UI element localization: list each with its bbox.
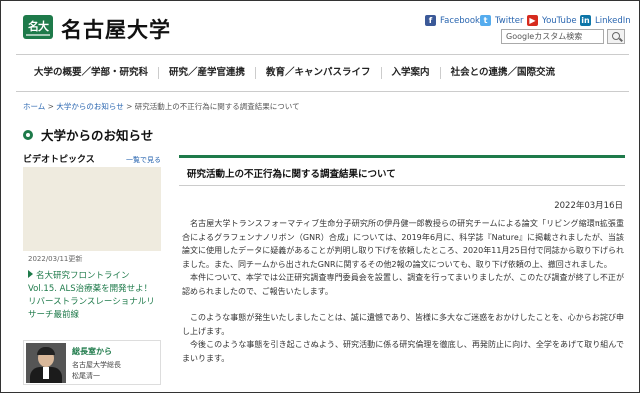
twitter-icon: t: [480, 15, 491, 26]
president-office-label: 総長室から: [72, 347, 112, 356]
breadcrumb-separator: >: [47, 102, 54, 111]
arrow-right-icon: [28, 270, 33, 278]
youtube-label: YouTube: [542, 15, 577, 26]
article-top-rule: [179, 155, 625, 158]
nav-item-international[interactable]: 社会との連携／国際交流: [439, 67, 565, 79]
president-name: 松尾清一: [72, 372, 100, 380]
article-paragraph: このような事態が発生いたしましたことは、誠に遺憾であり、皆様に多大なご迷惑をおか…: [182, 313, 624, 336]
youtube-icon: ▶: [527, 15, 538, 26]
nav-divider-bottom: [16, 91, 629, 92]
university-name[interactable]: 名古屋大学: [61, 14, 171, 44]
twitter-label: Twitter: [495, 15, 524, 26]
twitter-link[interactable]: t Twitter: [480, 15, 524, 26]
article-paragraph: 本件について、本学では公正研究調査専門委員会を設置し、調査を行ってまいりましたが…: [182, 273, 624, 296]
page-title-row: 大学からのお知らせ: [23, 125, 153, 144]
nav-item-admissions[interactable]: 入学案内: [380, 67, 440, 79]
article-paragraph: 今後このような事態を引き起こさぬよう、研究活動に係る研究倫理を徹底し、再発防止に…: [182, 340, 624, 363]
linkedin-label: LinkedIn: [595, 15, 631, 26]
page-frame: 名大 名古屋大学 f Facebook t Twitter ▶ YouTube …: [0, 0, 640, 393]
university-logo-icon[interactable]: 名大: [23, 15, 53, 39]
search-input[interactable]: Googleカスタム検索: [501, 29, 604, 44]
article-title-divider: [179, 185, 625, 186]
president-photo: [26, 343, 66, 383]
article-body: 名古屋大学トランスフォーマティブ生命分子研究所の伊丹健一郎教授らの研究チームによ…: [182, 217, 624, 365]
video-topic-link[interactable]: 名大研究フロントライン Vol.15. ALS治療薬を開発せよ！ リバーストラン…: [28, 270, 158, 322]
president-office-card[interactable]: 総長室から 名古屋大学総長 松尾清一: [23, 340, 161, 385]
nav-item-research[interactable]: 研究／産学官連携: [158, 67, 255, 79]
breadcrumb-current: 研究活動上の不正行為に関する調査結果について: [134, 102, 300, 111]
breadcrumb-separator: >: [126, 102, 133, 111]
breadcrumb-home[interactable]: ホーム: [23, 102, 45, 111]
president-role: 名古屋大学総長: [72, 361, 121, 369]
facebook-icon: f: [425, 15, 436, 26]
nav-item-about[interactable]: 大学の概要／学部・研究科: [16, 67, 158, 79]
article-paragraph: 名古屋大学トランスフォーマティブ生命分子研究所の伊丹健一郎教授らの研究チームによ…: [182, 219, 624, 269]
linkedin-link[interactable]: in LinkedIn: [580, 15, 631, 26]
circle-bullet-icon: [23, 129, 33, 140]
article-title: 研究活動上の不正行為に関する調査結果について: [187, 169, 396, 180]
page-title: 大学からのお知らせ: [41, 128, 154, 143]
video-topics-more-link[interactable]: 一覧で見る: [126, 155, 161, 165]
facebook-label: Facebook: [440, 15, 480, 26]
search-button[interactable]: [607, 29, 625, 44]
nav-item-education[interactable]: 教育／キャンパスライフ: [255, 67, 381, 79]
breadcrumb: ホーム > 大学からのお知らせ > 研究活動上の不正行為に関する調査結果について: [23, 101, 300, 112]
article-date: 2022年03月16日: [554, 201, 623, 211]
breadcrumb-parent[interactable]: 大学からのお知らせ: [56, 102, 123, 111]
video-topics-title: ビデオトピックス: [23, 155, 95, 165]
video-thumbnail[interactable]: [23, 167, 161, 251]
youtube-link[interactable]: ▶ YouTube: [527, 15, 577, 26]
global-nav: 大学の概要／学部・研究科 研究／産学官連携 教育／キャンパスライフ 入学案内 社…: [16, 55, 629, 91]
video-updated-date: 2022/03/11更新: [28, 255, 83, 263]
facebook-link[interactable]: f Facebook: [425, 15, 480, 26]
video-topic-link-text: 名大研究フロントライン Vol.15. ALS治療薬を開発せよ！ リバーストラン…: [28, 271, 155, 320]
linkedin-icon: in: [580, 15, 591, 26]
